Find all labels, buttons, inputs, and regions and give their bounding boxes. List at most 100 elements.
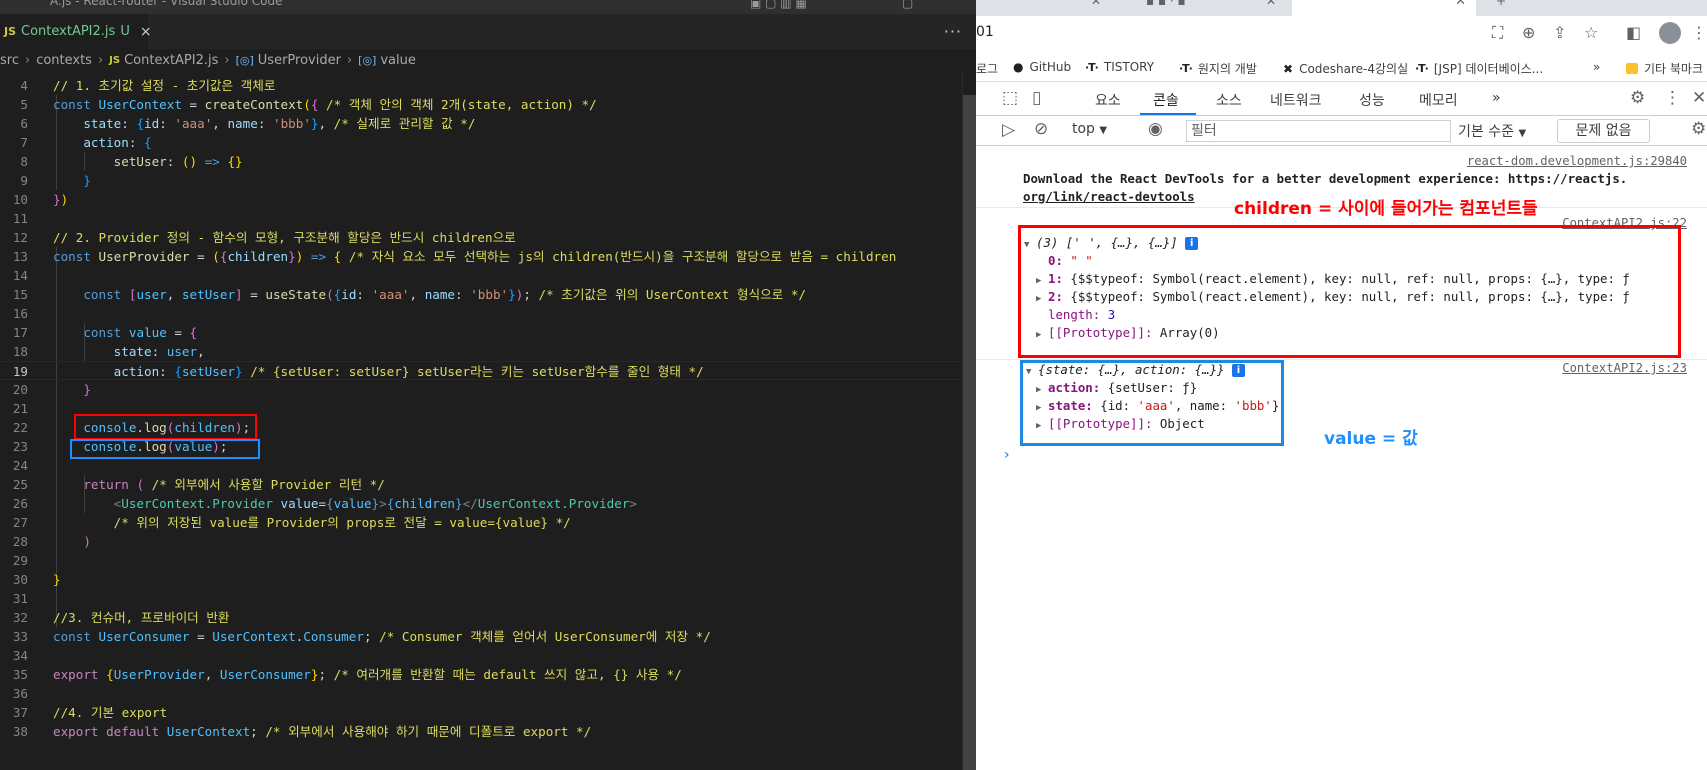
eye-icon[interactable]: ◉: [1148, 119, 1163, 139]
tab-sources[interactable]: 소스: [1216, 90, 1242, 110]
js-file-icon: JS: [4, 25, 17, 38]
breadcrumb-value[interactable]: value: [380, 53, 416, 68]
sidebar-toggle-icon[interactable]: ▷: [1002, 120, 1015, 140]
folder-icon: [1626, 63, 1638, 74]
tabs-overflow[interactable]: »: [1492, 90, 1501, 106]
js-file-icon: JS: [109, 54, 121, 66]
editor-tabbar: JS ContextAPI2.js U × ···: [0, 14, 976, 49]
tab-console[interactable]: 콘솔: [1153, 90, 1179, 110]
code-line: 37//4. 기본 export: [12, 705, 168, 720]
github-icon: ●: [1013, 60, 1024, 74]
devtools-menu-icon[interactable]: ⋮: [1664, 88, 1681, 108]
maximize-icon[interactable]: ▢: [902, 0, 913, 10]
annotation-box-value-log: [70, 439, 260, 459]
tab-elements[interactable]: 요소: [1095, 90, 1121, 110]
console-panel[interactable]: react-dom.development.js:29840 Download …: [976, 147, 1707, 770]
bookmark-star-icon[interactable]: ☆: [1584, 23, 1598, 42]
code-line: 30}: [12, 572, 61, 587]
code-line: 16: [12, 306, 28, 321]
annotation-box-value: [1020, 360, 1284, 446]
tab-close-icon[interactable]: ✕: [1091, 0, 1101, 8]
window-title: A.js - React-router - Visual Studio Code: [50, 0, 283, 8]
breadcrumb-userprovider[interactable]: UserProvider: [258, 53, 341, 68]
profile-avatar[interactable]: [1659, 22, 1681, 44]
code-line: 38 export default UserContext; /* 외부에서 사용…: [12, 724, 592, 739]
context-select[interactable]: top ▼: [1072, 121, 1107, 137]
code-line: 25 return ( /* 외부에서 사용할 Provider 리턴 */: [12, 477, 385, 492]
breadcrumb-src[interactable]: src: [0, 53, 19, 68]
tab-close-icon[interactable]: ×: [140, 24, 152, 40]
code-line: 5 const UserContext = createContext({ /* …: [20, 97, 597, 112]
code-line: 31: [12, 591, 28, 606]
browser-tab[interactable]: ▪ ▪ · ▪: [1146, 0, 1186, 8]
layout-toggle-icon[interactable]: ▣ ▢ ▥ ▦: [750, 0, 807, 10]
breadcrumb: src › contexts › JS ContextAPI2.js › [◎]…: [0, 49, 976, 71]
vscode-titlebar: A.js - React-router - Visual Studio Code…: [0, 0, 976, 14]
variable-symbol-icon: [◎]: [235, 53, 254, 67]
variable-symbol-icon: [◎]: [358, 53, 377, 67]
chrome-window: ✕ ▪ ▪ · ▪ ✕ ✕ + 01 ⛶ ⊕ ⇪ ☆ ◧ ⋮ 로그 ● GitHu…: [976, 0, 1707, 770]
url-text[interactable]: 01: [976, 24, 994, 40]
codeshare-icon: ✖: [1283, 61, 1294, 76]
breadcrumb-chevron-icon: ›: [97, 52, 104, 68]
breadcrumb-contexts[interactable]: contexts: [36, 53, 92, 68]
tab-close-icon[interactable]: ✕: [1455, 0, 1466, 9]
code-line: 11: [12, 211, 28, 226]
console-prompt-icon[interactable]: ›: [1004, 447, 1010, 463]
code-line: 10}): [12, 192, 69, 207]
bookmark-codeshare[interactable]: ✖ Codeshare-4강의실: [1283, 60, 1408, 77]
device-toolbar-icon[interactable]: ▯: [1032, 88, 1041, 108]
code-line: 28 ): [12, 534, 91, 549]
side-panel-icon[interactable]: ◧: [1626, 23, 1641, 42]
translate-icon[interactable]: ⛶: [1492, 23, 1503, 43]
menu-kebab-icon[interactable]: ⋮: [1691, 23, 1707, 42]
tab-close-icon[interactable]: ✕: [1266, 0, 1276, 8]
more-actions-icon[interactable]: ···: [944, 22, 962, 41]
dropdown-arrow-icon: ▼: [1099, 125, 1108, 136]
devtools-tabbar: ⬚ ▯ 요소 콘솔 소스 네트워크 성능 메모리 » ⚙ ⋮ ✕: [976, 82, 1707, 116]
bookmark-jsp[interactable]: ·T· [JSP] 데이터베이스...: [1415, 60, 1543, 77]
bookmark-wonji[interactable]: ·T· 원지의 개발: [1179, 60, 1257, 77]
console-settings-icon[interactable]: ⚙: [1691, 119, 1706, 139]
tab-network[interactable]: 네트워크: [1270, 90, 1322, 110]
tab-memory[interactable]: 메모리: [1419, 90, 1458, 110]
tab-contextapi2[interactable]: JS ContextAPI2.js U ×: [0, 14, 152, 49]
zoom-icon[interactable]: ⊕: [1522, 23, 1535, 42]
code-line: 20 }: [12, 382, 91, 397]
code-line: 36: [12, 686, 28, 701]
code-line: 6 state: {id: 'aaa', name: 'bbb'}, /* 실제…: [20, 116, 476, 131]
log-level-select[interactable]: 기본 수준 ▼: [1458, 121, 1526, 141]
address-bar: 01 ⛶ ⊕ ⇪ ☆ ◧ ⋮: [976, 16, 1707, 54]
bookmark-github[interactable]: ● GitHub: [1013, 60, 1071, 74]
breadcrumb-chevron-icon: ›: [346, 52, 353, 68]
active-tab-underline: [1140, 113, 1196, 115]
breadcrumb-file[interactable]: ContextAPI2.js: [124, 53, 218, 68]
code-line: 4// 1. 초기값 설정 - 초기값은 객체로: [20, 78, 276, 93]
settings-gear-icon[interactable]: ⚙: [1630, 88, 1645, 108]
code-line-current: 19 action: {setUser} /* {setUser: setUse…: [0, 361, 962, 380]
bookmarks-overflow[interactable]: »: [1593, 60, 1600, 74]
new-tab-icon[interactable]: +: [1496, 0, 1506, 8]
browser-tab-active[interactable]: ✕: [1292, 0, 1476, 16]
close-devtools-icon[interactable]: ✕: [1692, 88, 1706, 108]
annotation-box-children-log: [74, 414, 257, 440]
bookmark-tistory[interactable]: ·T· TISTORY: [1085, 60, 1154, 74]
clear-console-icon[interactable]: ⊘: [1034, 119, 1048, 139]
code-line: 26 <UserContext.Provider value={value}>{…: [12, 496, 638, 511]
bookmark-other[interactable]: 기타 북마크: [1626, 60, 1703, 77]
code-line: 8 setUser: () => {}: [20, 154, 243, 169]
annotation-value-text: value = 값: [1324, 429, 1418, 449]
code-line: 32//3. 컨슈머, 프로바이더 반환: [12, 610, 230, 625]
editor-scrollbar-thumb[interactable]: [963, 95, 976, 770]
bookmark-item[interactable]: 로그: [976, 60, 998, 77]
annotation-children-text: children = 사이에 들어가는 컴포넌트들: [1234, 199, 1538, 219]
source-link[interactable]: react-dom.development.js:29840: [1467, 154, 1687, 168]
share-icon[interactable]: ⇪: [1553, 23, 1566, 42]
filter-input[interactable]: 필터: [1186, 120, 1451, 142]
code-line: 12// 2. Provider 정의 - 함수의 모형, 구조분해 할당은 반…: [12, 230, 516, 245]
tab-performance[interactable]: 성능: [1359, 90, 1385, 110]
source-link[interactable]: ContextAPI2.js:23: [1562, 361, 1687, 375]
console-message-link[interactable]: org/link/react-devtools: [1023, 188, 1195, 206]
issues-button[interactable]: 문제 없음: [1557, 119, 1650, 143]
inspect-element-icon[interactable]: ⬚: [1002, 88, 1018, 108]
